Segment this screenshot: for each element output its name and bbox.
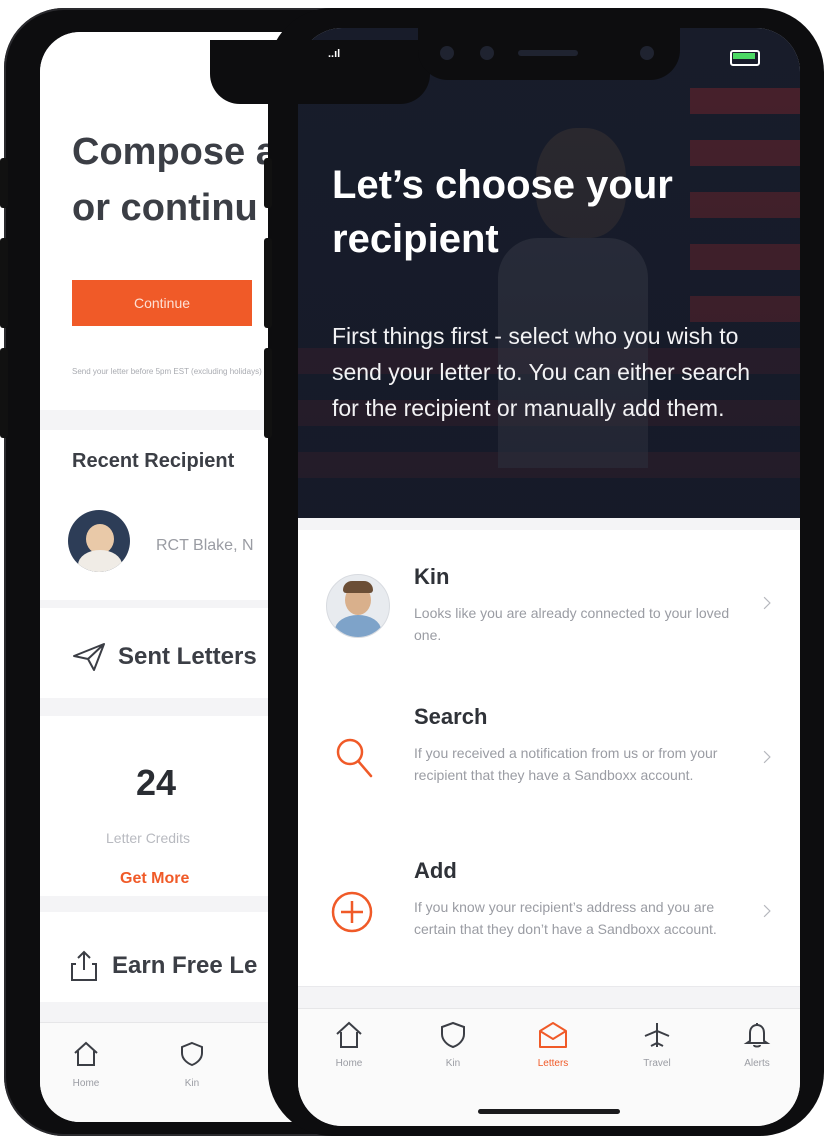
- front-phone-frame: ..ıl Let’s choose your recipient First t…: [264, 8, 824, 1136]
- bell-icon: [743, 1023, 771, 1048]
- tab-alerts[interactable]: Alerts: [722, 1021, 792, 1069]
- sent-letters-label: Sent Letters: [118, 643, 257, 670]
- tab-kin-label: Kin: [184, 1078, 200, 1089]
- tab-travel-label: Travel: [643, 1058, 671, 1069]
- home-indicator: [478, 1109, 620, 1114]
- avatar-icon: [326, 574, 390, 638]
- tab-home[interactable]: Home: [314, 1021, 384, 1069]
- continue-button[interactable]: Continue: [72, 280, 252, 326]
- shield-icon: [181, 1041, 203, 1067]
- option-search-title: Search: [414, 704, 488, 729]
- option-add-title: Add: [414, 858, 457, 883]
- notch: [210, 40, 430, 104]
- hero-title: Let’s choose your recipient: [332, 163, 673, 261]
- home-icon: [336, 1021, 362, 1048]
- battery-icon: [730, 50, 760, 66]
- recipient-avatar[interactable]: [68, 510, 130, 572]
- sent-letters-row[interactable]: Sent Letters: [72, 642, 257, 672]
- tab-bar: Home Kin Letters Travel Alerts: [298, 1008, 800, 1126]
- side-button: [0, 158, 8, 208]
- envelope-icon: [539, 1022, 567, 1048]
- option-kin-title: Kin: [414, 564, 450, 589]
- recipient-name[interactable]: RCT Blake, N: [156, 537, 254, 555]
- tab-kin-label: Kin: [445, 1058, 461, 1069]
- option-add[interactable]: Add If you know your recipient’s address…: [298, 834, 800, 987]
- tab-home[interactable]: Home: [56, 1041, 116, 1089]
- tab-home-label: Home: [335, 1058, 363, 1069]
- front-screen: ..ıl Let’s choose your recipient First t…: [298, 28, 800, 1126]
- home-icon: [74, 1041, 98, 1066]
- option-kin[interactable]: Kin Looks like you are already connected…: [298, 530, 800, 681]
- plus-circle-icon: [331, 891, 373, 933]
- tab-alerts-label: Alerts: [744, 1058, 770, 1069]
- volume-down-button: [0, 348, 8, 438]
- credits-count: 24: [136, 762, 177, 803]
- recent-recipients-title: Recent Recipient: [72, 450, 235, 472]
- earn-free-label: Earn Free Le: [112, 952, 258, 979]
- tab-kin[interactable]: Kin: [162, 1041, 222, 1089]
- volume-down-button: [264, 348, 272, 438]
- volume-up-button: [0, 238, 8, 328]
- option-search-description: If you received a notification from us o…: [414, 745, 718, 783]
- option-search[interactable]: Search If you received a notification fr…: [298, 680, 800, 835]
- get-more-link[interactable]: Get More: [120, 870, 189, 888]
- hero-subtitle: First things first - select who you wish…: [332, 323, 751, 421]
- tab-letters[interactable]: Letters: [518, 1021, 588, 1069]
- volume-up-button: [264, 238, 272, 328]
- tab-travel[interactable]: Travel: [622, 1021, 692, 1069]
- earn-free-row[interactable]: Earn Free Le: [70, 950, 257, 982]
- share-icon: [71, 950, 97, 981]
- chevron-right-icon: [763, 904, 771, 918]
- tab-letters-label: Letters: [537, 1058, 569, 1069]
- option-kin-description: Looks like you are already connected to …: [414, 605, 730, 643]
- tab-kin[interactable]: Kin: [418, 1021, 488, 1069]
- tab-home-label: Home: [72, 1078, 100, 1089]
- signal-icon: ..ıl: [328, 48, 341, 60]
- chevron-right-icon: [763, 596, 771, 610]
- notch: [418, 28, 680, 80]
- paper-plane-icon: [73, 643, 105, 671]
- side-button: [264, 158, 272, 208]
- search-icon: [336, 738, 373, 778]
- option-add-description: If you know your recipient’s address and…: [414, 899, 717, 937]
- plane-icon: [644, 1023, 670, 1047]
- credits-label: Letter Credits: [106, 830, 191, 846]
- shield-icon: [441, 1021, 465, 1049]
- chevron-right-icon: [763, 750, 771, 764]
